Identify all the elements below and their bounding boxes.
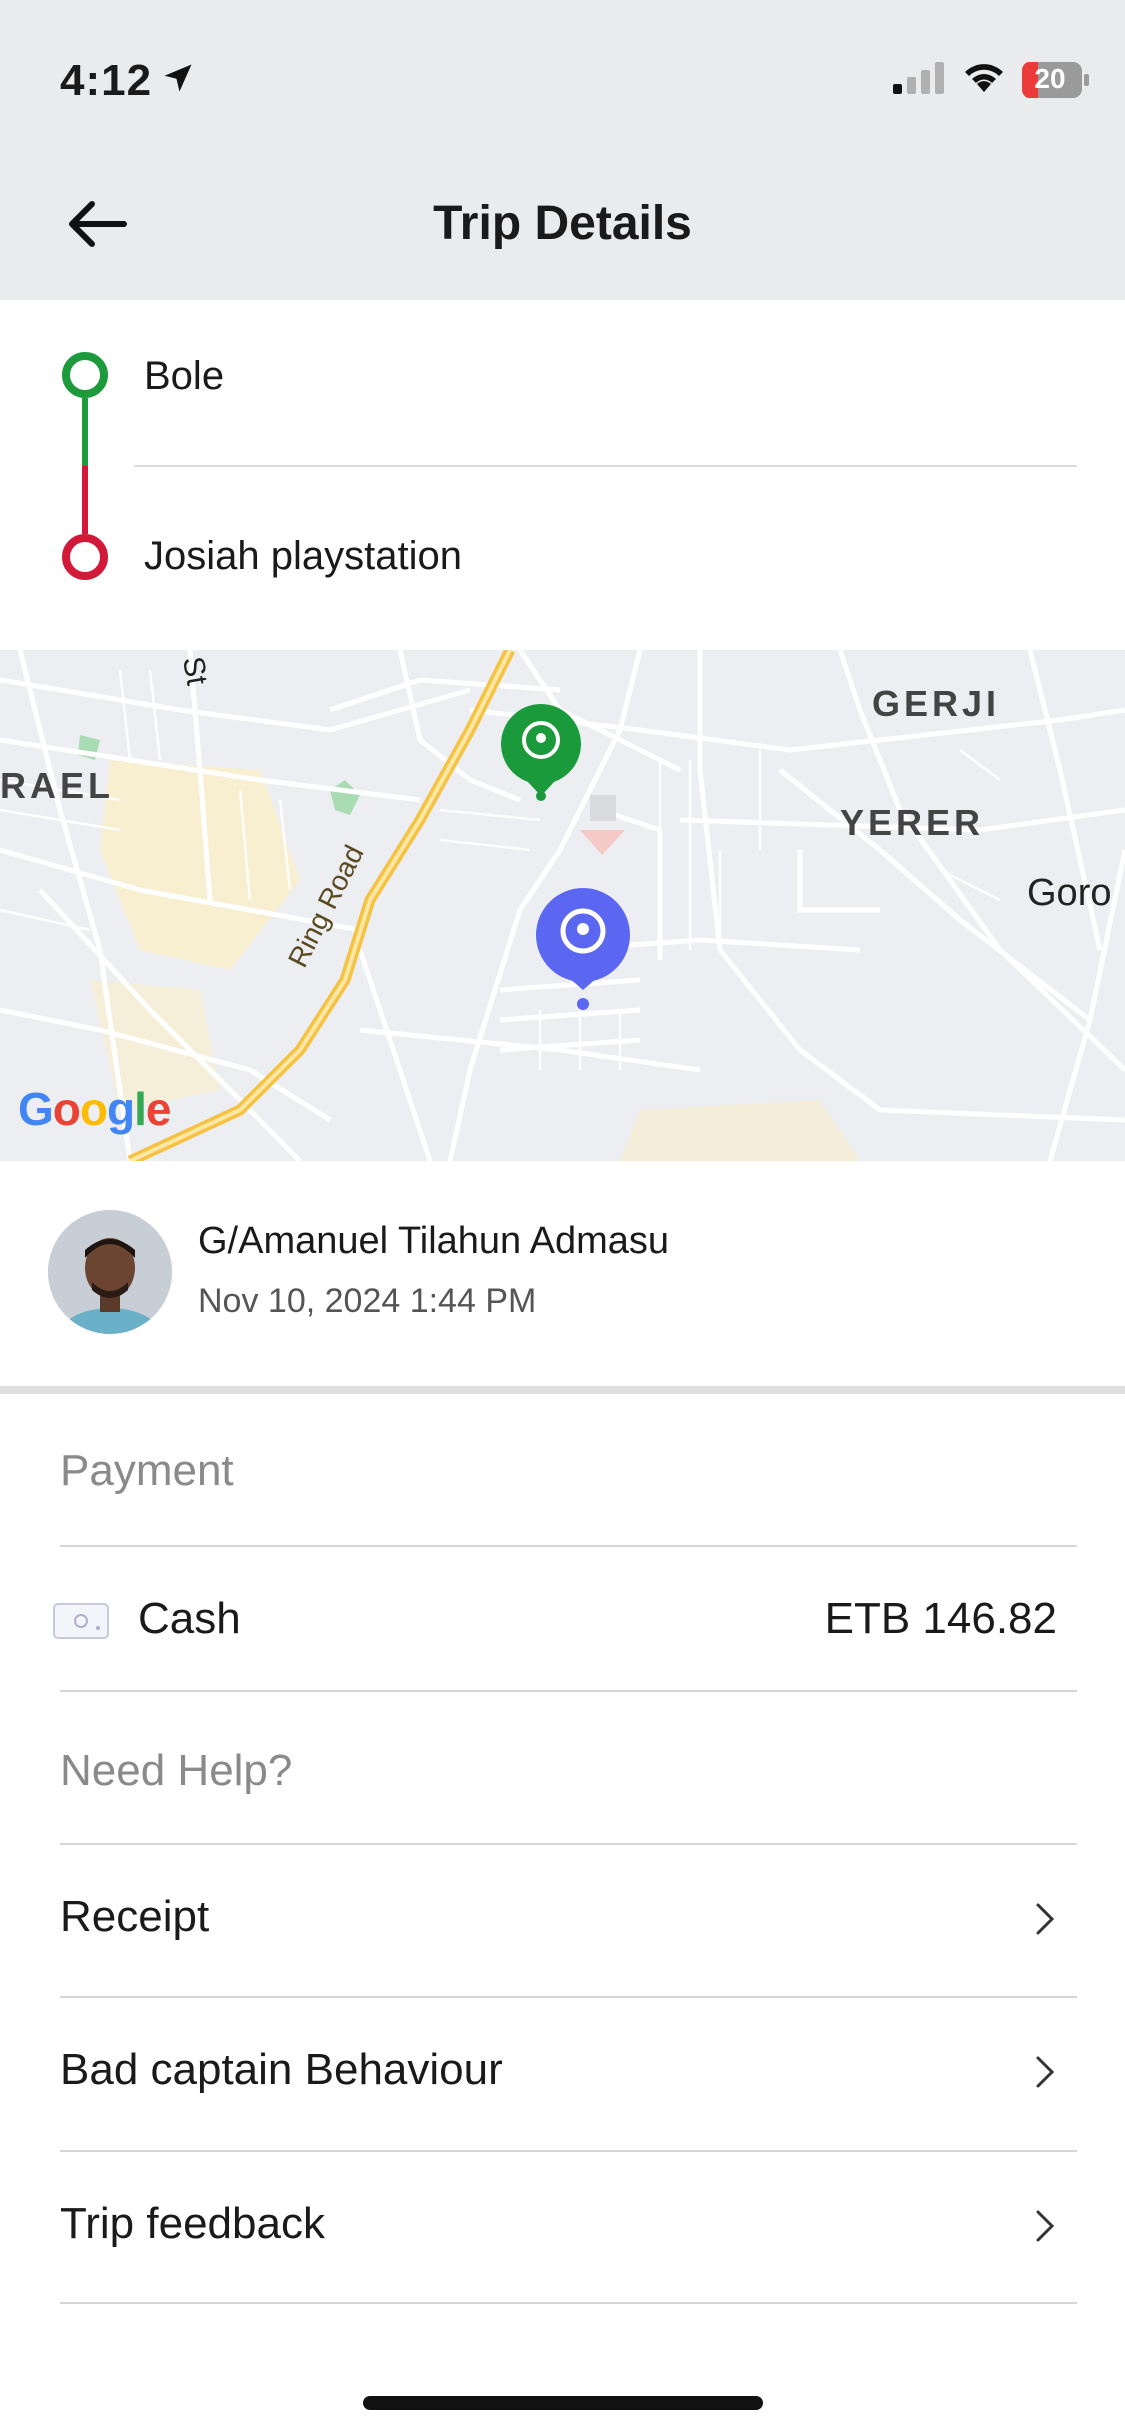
payment-amount: ETB 146.82 [824,1594,1057,1643]
status-time: 4:12 [60,56,153,105]
google-attribution-logo: Google [18,1083,171,1135]
map-label-rael: RAEL [0,765,114,806]
cash-icon [53,1603,109,1639]
header-bar [0,0,1125,300]
map-label-goro: Goro [1027,872,1112,914]
bad-captain-behaviour-label: Bad captain Behaviour [60,2045,503,2094]
location-arrow-icon [164,64,192,92]
route-line-pickup [82,398,88,466]
receipt-row[interactable]: Receipt [0,1846,1125,1996]
trip-date: Nov 10, 2024 1:44 PM [198,1282,537,1320]
cellular-signal-icon [893,62,944,94]
map-label-yerer: YERER [840,802,985,843]
dropoff-location: Josiah playstation [144,534,462,578]
route-line-dropoff [82,466,88,534]
home-indicator[interactable] [363,2396,763,2410]
payment-header: Payment [60,1446,234,1495]
chevron-right-icon [1036,2056,1055,2088]
divider [60,1545,1077,1547]
bad-captain-behaviour-row[interactable]: Bad captain Behaviour [0,1999,1125,2149]
driver-name: G/Amanuel Tilahun Admasu [198,1220,670,1262]
map-label-gerji: GERJI [872,683,1001,724]
page-title: Trip Details [433,197,692,250]
route-section [0,300,1125,650]
trip-feedback-label: Trip feedback [60,2199,325,2248]
divider [60,1843,1077,1845]
section-divider [0,1386,1125,1394]
payment-method: Cash [138,1594,241,1643]
map-label-st: St [175,654,214,688]
chevron-right-icon [1036,1903,1055,1935]
driver-avatar [48,1210,172,1334]
pickup-marker-icon [62,352,108,398]
pickup-location: Bole [144,354,225,398]
divider [60,1690,1077,1692]
divider [60,1996,1077,1998]
chevron-right-icon [1036,2210,1055,2242]
trip-feedback-row[interactable]: Trip feedback [0,2153,1125,2303]
help-header: Need Help? [60,1746,293,1795]
battery-level: 20 [1034,63,1066,94]
receipt-label: Receipt [60,1892,210,1941]
divider [60,2150,1077,2152]
divider [60,2302,1077,2304]
wifi-icon [965,64,1003,92]
route-divider [134,465,1077,467]
dropoff-marker-icon [62,534,108,580]
